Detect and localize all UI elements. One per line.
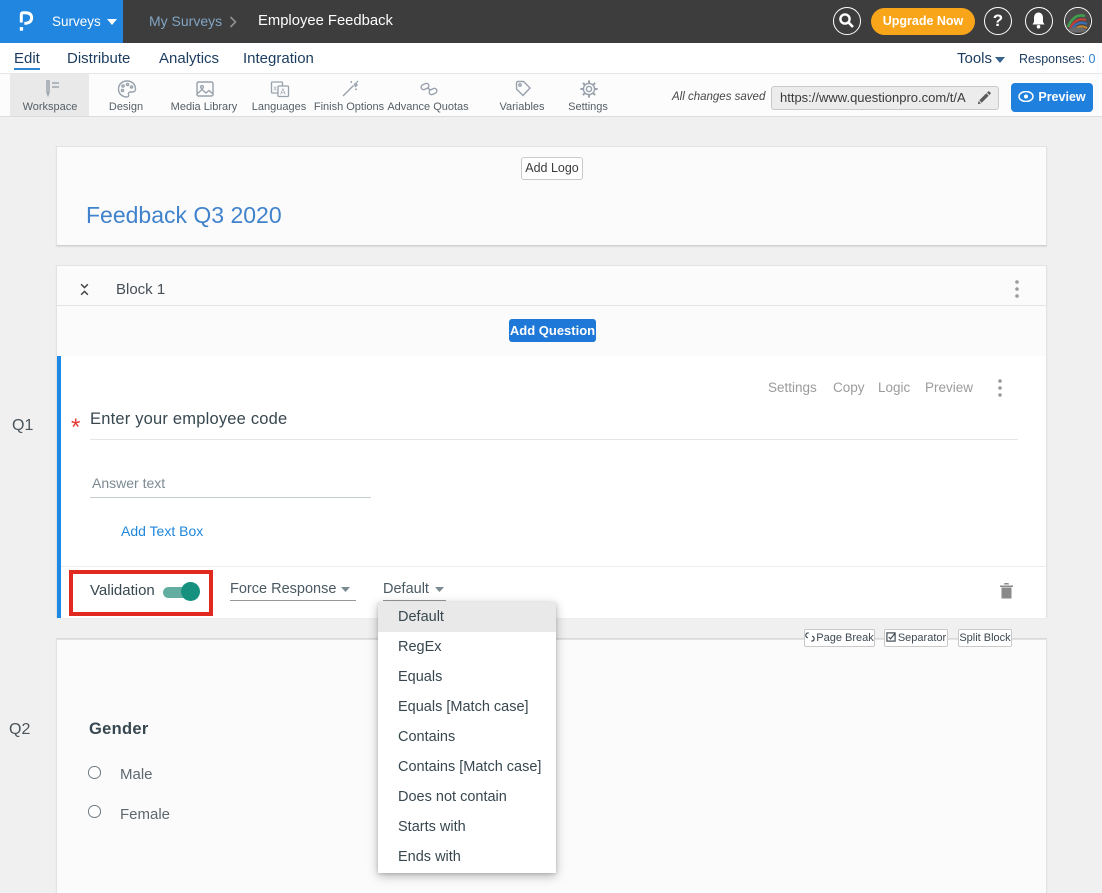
svg-text:A: A [280,88,286,97]
svg-text:x: x [273,85,277,92]
